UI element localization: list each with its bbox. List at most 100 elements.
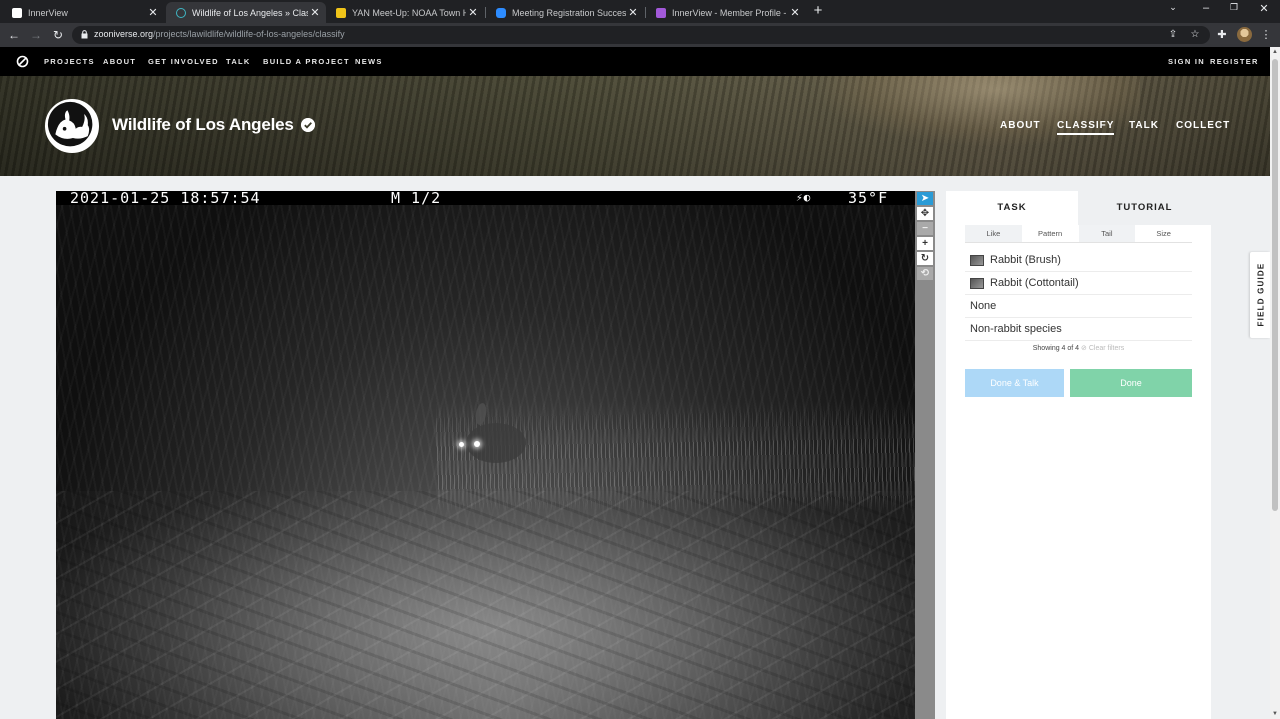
minimize-window-icon[interactable]: – — [1198, 2, 1214, 14]
filter-size[interactable]: Size — [1135, 225, 1192, 242]
clear-filters-link[interactable]: ⊘ Clear filters — [1081, 345, 1124, 352]
choice-label: Rabbit (Cottontail) — [990, 277, 1079, 289]
subject-ground-texture — [56, 491, 915, 719]
tab-task[interactable]: TASK — [946, 191, 1078, 225]
moon-phase-icon: ⚡◐ — [796, 191, 812, 204]
annotate-pointer-icon[interactable]: ➤ — [917, 192, 933, 205]
project-avatar[interactable] — [45, 99, 99, 153]
reset-view-icon[interactable]: ⟲ — [917, 267, 933, 280]
project-nav-about[interactable]: ABOUT — [1000, 120, 1041, 131]
choice-rabbit-cottontail[interactable]: Rabbit (Cottontail) — [965, 272, 1192, 295]
zooniverse-logo-icon[interactable] — [16, 55, 29, 68]
close-tab-icon[interactable]: ✕ — [466, 6, 480, 19]
choice-none[interactable]: None — [965, 295, 1192, 318]
bookmark-star-icon[interactable]: ☆ — [1188, 28, 1202, 42]
sign-in-link[interactable]: SIGN IN — [1168, 57, 1205, 66]
browser-tab-strip: InnerView ✕ Wildlife of Los Angeles » Cl… — [0, 0, 1280, 23]
zoom-in-icon[interactable]: + — [917, 237, 933, 250]
lock-icon — [81, 30, 88, 39]
field-guide-tab[interactable]: FIELD GUIDE — [1250, 252, 1270, 338]
yan-favicon-icon — [336, 7, 346, 18]
subject-timestamp: 2021-01-25 18:57:54 — [70, 191, 261, 207]
nav-news[interactable]: NEWS — [355, 57, 383, 66]
choice-label: Non-rabbit species — [970, 323, 1062, 335]
url-path: /projects/lawildlife/wildlife-of-los-ang… — [153, 29, 345, 39]
scroll-up-arrow-icon[interactable]: ▲ — [1270, 47, 1280, 57]
characteristic-filters: Like Pattern Tail Size — [965, 225, 1192, 243]
browser-tab-yan-meetup[interactable]: YAN Meet-Up: NOAA Town Hall ✕ — [326, 2, 484, 23]
clear-filters-label: Clear filters — [1088, 345, 1125, 352]
nav-projects[interactable]: PROJECTS — [44, 57, 95, 66]
nav-talk[interactable]: TALK — [226, 57, 251, 66]
url-text: zooniverse.org/projects/lawildlife/wildl… — [94, 29, 345, 39]
choice-rabbit-brush[interactable]: Rabbit (Brush) — [965, 249, 1192, 272]
close-tab-icon[interactable]: ✕ — [626, 6, 640, 19]
register-link[interactable]: REGISTER — [1210, 57, 1259, 66]
project-hero-banner: Wildlife of Los Angeles ABOUT CLASSIFY T… — [0, 76, 1270, 176]
rabbit-cottontail-thumbnail — [970, 277, 984, 289]
project-nav-classify[interactable]: CLASSIFY — [1057, 120, 1115, 135]
address-bar[interactable]: zooniverse.org/projects/lawildlife/wildl… — [72, 26, 1210, 44]
move-pan-icon[interactable]: ✥ — [917, 207, 933, 220]
verified-badge-icon — [301, 118, 315, 132]
subject-frame: M 1/2 — [391, 191, 442, 207]
page-scrollbar[interactable]: ▲ ▼ — [1270, 47, 1280, 719]
close-tab-icon[interactable]: ✕ — [788, 6, 802, 19]
close-window-icon[interactable]: ✕ — [1256, 2, 1272, 15]
profile-avatar-icon[interactable] — [1237, 27, 1252, 42]
rabbit-eye-glow — [474, 441, 480, 447]
tab-search-icon[interactable]: ⌄ — [1165, 2, 1181, 13]
subject-image-viewer[interactable]: 2021-01-25 18:57:54 M 1/2 ⚡◐ 35°F — [56, 191, 915, 719]
rabbit-eye-glow — [459, 442, 464, 447]
scroll-down-arrow-icon[interactable]: ▼ — [1270, 709, 1280, 719]
showing-count: Showing 4 of 4 ⊘ Clear filters — [965, 344, 1192, 352]
browser-tab-classify[interactable]: Wildlife of Los Angeles » Classify ✕ — [166, 2, 326, 23]
nav-about[interactable]: ABOUT — [103, 57, 136, 66]
filter-pattern[interactable]: Pattern — [1022, 225, 1079, 242]
back-arrow-icon[interactable]: ← — [6, 27, 22, 43]
new-tab-button[interactable]: + — [810, 3, 826, 19]
browser-tab-innerview[interactable]: InnerView ✕ — [2, 2, 164, 23]
chrome-menu-icon[interactable]: ⋮ — [1259, 28, 1273, 42]
subject-temperature: 35°F — [848, 191, 889, 207]
browser-tab-zoom-registration[interactable]: Meeting Registration Success - Z ✕ — [486, 2, 644, 23]
close-tab-icon[interactable]: ✕ — [308, 6, 322, 19]
extensions-puzzle-icon[interactable]: ✚ — [1215, 28, 1229, 42]
browser-toolbar: ← → ↻ zooniverse.org/projects/lawildlife… — [0, 23, 1280, 47]
innerview-favicon-icon — [656, 7, 666, 18]
reload-icon[interactable]: ↻ — [50, 27, 66, 43]
zooniverse-top-nav: PROJECTS ABOUT GET INVOLVED TALK BUILD A… — [0, 47, 1270, 76]
tab-tutorial[interactable]: TUTORIAL — [1078, 191, 1211, 225]
zoom-out-icon[interactable]: − — [917, 222, 933, 235]
field-guide-label: FIELD GUIDE — [1256, 262, 1266, 327]
nav-build-a-project[interactable]: BUILD A PROJECT — [263, 57, 350, 66]
filter-like[interactable]: Like — [965, 225, 1022, 242]
rabbit-brush-thumbnail — [970, 254, 984, 266]
restore-window-icon[interactable]: ❐ — [1226, 2, 1242, 13]
done-button[interactable]: Done — [1070, 369, 1192, 397]
task-panel: TASK TUTORIAL Like Pattern Tail Size Rab… — [946, 191, 1211, 719]
zooniverse-favicon-icon — [176, 7, 186, 18]
done-and-talk-button[interactable]: Done & Talk — [965, 369, 1064, 397]
project-nav-collect[interactable]: COLLECT — [1176, 120, 1230, 131]
forward-arrow-icon[interactable]: → — [28, 27, 44, 43]
choice-label: Rabbit (Brush) — [990, 254, 1061, 266]
close-tab-icon[interactable]: ✕ — [146, 6, 160, 19]
viewer-tool-rail: ➤ ✥ − + ↻ ⟲ — [915, 191, 935, 719]
camera-info-stamp: 2021-01-25 18:57:54 M 1/2 ⚡◐ 35°F — [56, 191, 915, 207]
nav-get-involved[interactable]: GET INVOLVED — [148, 57, 219, 66]
choice-label: None — [970, 300, 997, 312]
project-logo-icon — [47, 101, 93, 147]
scrollbar-thumb[interactable] — [1272, 59, 1278, 511]
innerview-favicon-icon — [12, 7, 22, 18]
browser-tab-innerview-profile[interactable]: InnerView - Member Profile - Ca ✕ — [646, 2, 806, 23]
showing-count-text: Showing 4 of 4 — [1032, 345, 1080, 352]
choice-non-rabbit-species[interactable]: Non-rabbit species — [965, 318, 1192, 341]
zoom-favicon-icon — [496, 7, 506, 18]
filter-tail[interactable]: Tail — [1078, 225, 1136, 242]
project-nav-talk[interactable]: TALK — [1129, 120, 1159, 131]
url-host: zooniverse.org — [94, 29, 154, 39]
project-title[interactable]: Wildlife of Los Angeles — [112, 115, 294, 135]
share-icon[interactable]: ⇪ — [1166, 28, 1180, 42]
rotate-icon[interactable]: ↻ — [917, 252, 933, 265]
